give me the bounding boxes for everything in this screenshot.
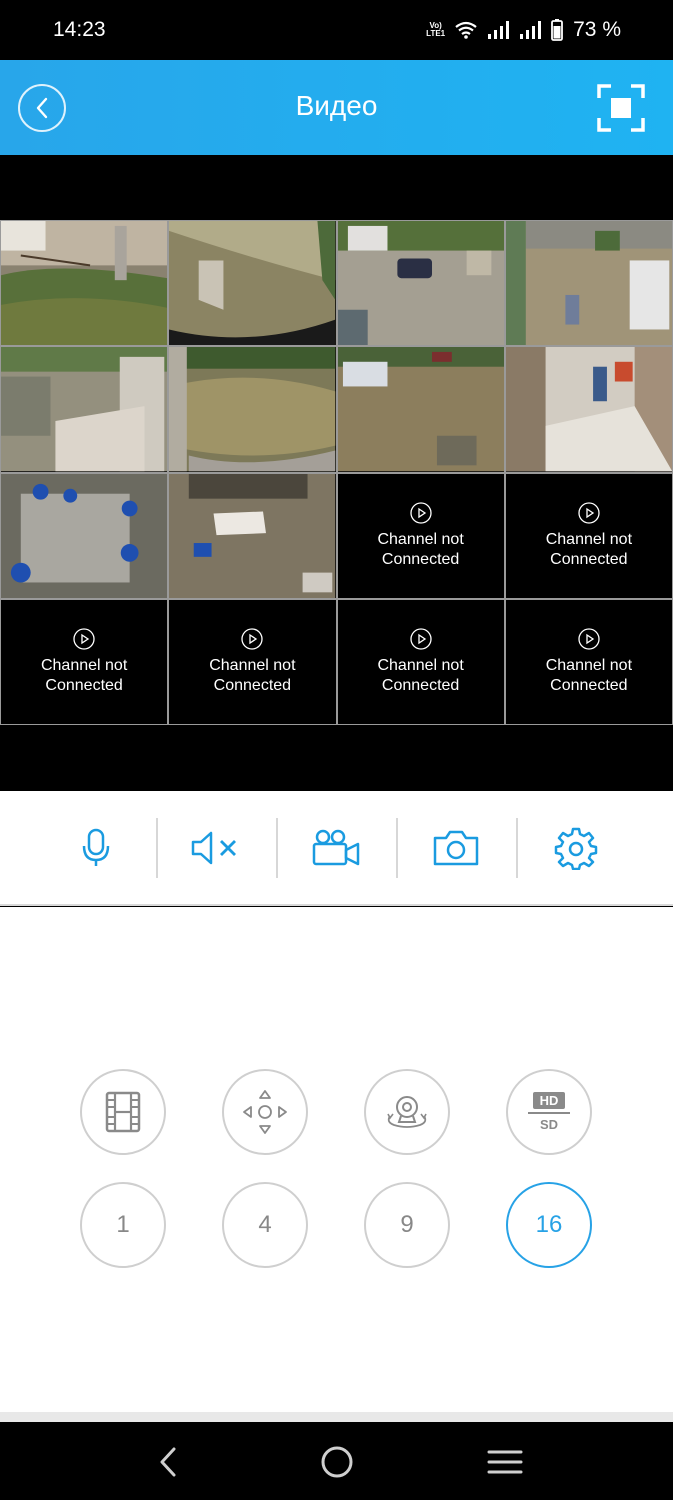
signal-icon-1 [488,21,510,39]
camera-feed-image [1,347,168,472]
play-icon [578,501,600,524]
hd-sd-divider [528,1112,570,1114]
battery-icon [551,19,564,41]
hd-sd-icon: HD SD [528,1092,570,1132]
fisheye-button[interactable] [364,1069,450,1155]
recents-nav-icon [487,1450,523,1474]
channel-cell[interactable]: Channel not Connected [168,598,337,725]
play-icon [73,628,95,650]
page-title: Видео [295,90,378,121]
nav-back-button[interactable] [150,1444,186,1480]
play-icon [409,628,432,650]
channel-cell[interactable] [0,346,169,473]
camera-feed-image [505,221,672,346]
channel-grid: Channel not Connected Channel not Connec… [0,220,673,725]
channel-cell[interactable] [0,220,169,347]
ptz-direction-icon [243,1090,287,1134]
channel-cell[interactable]: Channel not Connected [504,598,673,725]
hd-sd-button[interactable]: HD SD [506,1069,592,1155]
channel-status-label: Channel not Connected [40,656,128,694]
system-nav-bar [0,1422,673,1500]
fullscreen-icon [597,84,645,132]
channel-cell[interactable]: Channel not Connected [336,472,505,599]
sd-label: SD [539,1117,559,1132]
audio-button[interactable] [156,817,276,878]
camera-feed-image [337,347,504,472]
camera-feed-image [169,347,336,472]
battery-percent: 73 % [573,18,621,41]
nav-recents-button[interactable] [487,1444,523,1480]
channel-status-label: Channel not Connected [545,530,633,568]
controls-panel: HD SD 1 4 9 16 [0,907,673,1412]
layout-9-button[interactable]: 9 [364,1182,450,1268]
snapshot-button[interactable] [396,817,516,878]
play-icon [409,501,432,524]
action-toolbar [0,791,673,906]
channel-status-label: Channel not Connected [377,530,464,568]
playback-button[interactable] [80,1069,166,1155]
channel-status-label: Channel not Connected [545,656,633,694]
camera-feed-image [169,473,336,598]
video-area: Channel not Connected Channel not Connec… [0,155,673,791]
record-button[interactable] [276,817,396,878]
camera-snapshot-icon [433,830,479,865]
channel-cell[interactable] [504,220,673,347]
fullscreen-button[interactable] [597,84,645,132]
microphone-icon [82,828,110,866]
channel-status-label: Channel not Connected [209,656,296,694]
channel-cell[interactable] [336,220,505,347]
play-icon [578,628,600,650]
video-record-icon [312,829,360,865]
layout-4-button[interactable]: 4 [222,1182,308,1268]
camera-feed-image [1,221,168,346]
play-icon [241,628,264,650]
nav-divider [0,1412,673,1422]
camera-feed-image [337,221,504,346]
settings-button[interactable] [516,817,636,878]
camera-feed-image [169,221,336,346]
talk-button[interactable] [36,818,156,878]
channel-cell[interactable]: Channel not Connected [504,472,673,599]
camera-feed-image [505,347,672,472]
channel-status-label: Channel not Connected [377,656,464,694]
back-nav-icon [160,1447,176,1477]
signal-icon-2 [520,21,542,39]
channel-cell[interactable] [336,346,505,473]
channel-cell[interactable] [504,346,673,473]
nav-home-button[interactable] [319,1444,355,1480]
fisheye-view-icon [387,1096,427,1128]
channel-cell[interactable]: Channel not Connected [0,598,169,725]
status-time: 14:23 [53,18,106,41]
camera-feed-image [1,473,168,598]
status-icons: Vo) LTE1 73 % [426,18,621,42]
playback-film-icon [105,1091,141,1133]
wifi-icon [455,21,477,39]
ptz-button[interactable] [222,1069,308,1155]
status-bar: 14:23 Vo) LTE1 73 % [0,0,673,60]
volte-icon: Vo) LTE1 [426,21,446,38]
hd-label: HD [532,1092,566,1109]
channel-cell[interactable] [0,472,169,599]
layout-1-button[interactable]: 1 [80,1182,166,1268]
speaker-muted-icon [191,831,236,864]
app-header: Видео [0,60,673,155]
channel-cell[interactable] [168,220,337,347]
channel-cell[interactable]: Channel not Connected [336,598,505,725]
channel-cell[interactable] [168,346,337,473]
channel-cell[interactable] [168,472,337,599]
layout-16-button[interactable]: 16 [506,1182,592,1268]
settings-gear-icon [554,827,598,870]
home-nav-icon [321,1446,353,1478]
